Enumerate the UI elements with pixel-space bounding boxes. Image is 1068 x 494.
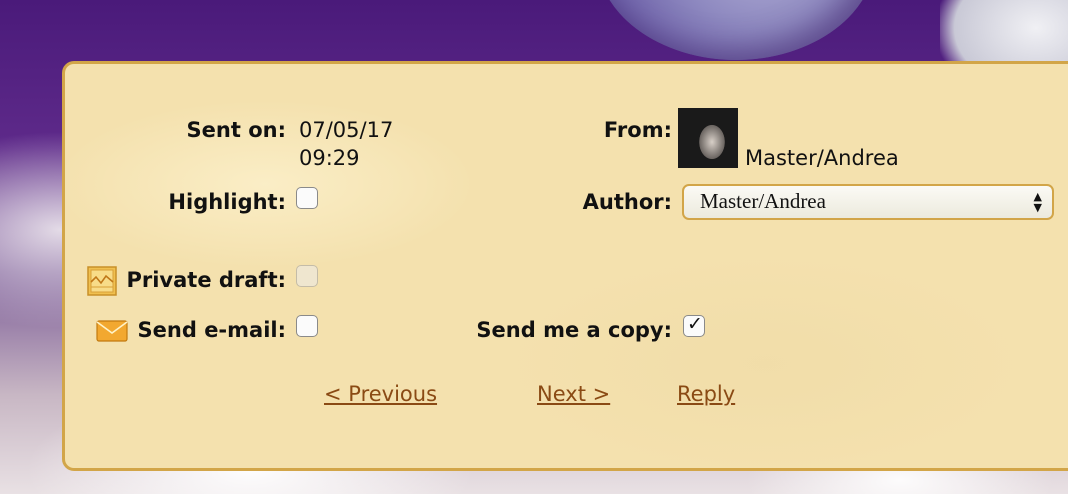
send-copy-label: Send me a copy: [476, 318, 672, 342]
send-email-checkbox[interactable] [296, 315, 318, 337]
author-select-value: Master/Andrea [700, 189, 826, 213]
private-draft-label: Private draft: [126, 268, 286, 292]
private-draft-checkbox[interactable] [296, 265, 318, 287]
send-copy-checkbox[interactable] [683, 313, 705, 337]
highlight-checkbox[interactable] [296, 187, 318, 209]
envelope-icon [96, 320, 128, 342]
author-label: Author: [582, 190, 672, 214]
previous-link[interactable]: < Previous [324, 382, 437, 406]
author-select[interactable]: Master/Andrea ▲ ▼ [682, 184, 1054, 220]
sent-date: 07/05/17 [299, 118, 394, 142]
draft-icon [87, 266, 117, 296]
avatar[interactable] [678, 108, 738, 168]
highlight-label: Highlight: [168, 190, 286, 214]
select-arrows-icon: ▲ ▼ [1033, 190, 1042, 214]
sent-on-label: Sent on: [186, 118, 286, 142]
sent-time: 09:29 [299, 146, 360, 170]
from-name: Master/Andrea [745, 146, 899, 170]
reply-link[interactable]: Reply [677, 382, 735, 406]
send-email-label: Send e-mail: [137, 318, 286, 342]
from-label: From: [603, 118, 672, 142]
next-link[interactable]: Next > [537, 382, 610, 406]
